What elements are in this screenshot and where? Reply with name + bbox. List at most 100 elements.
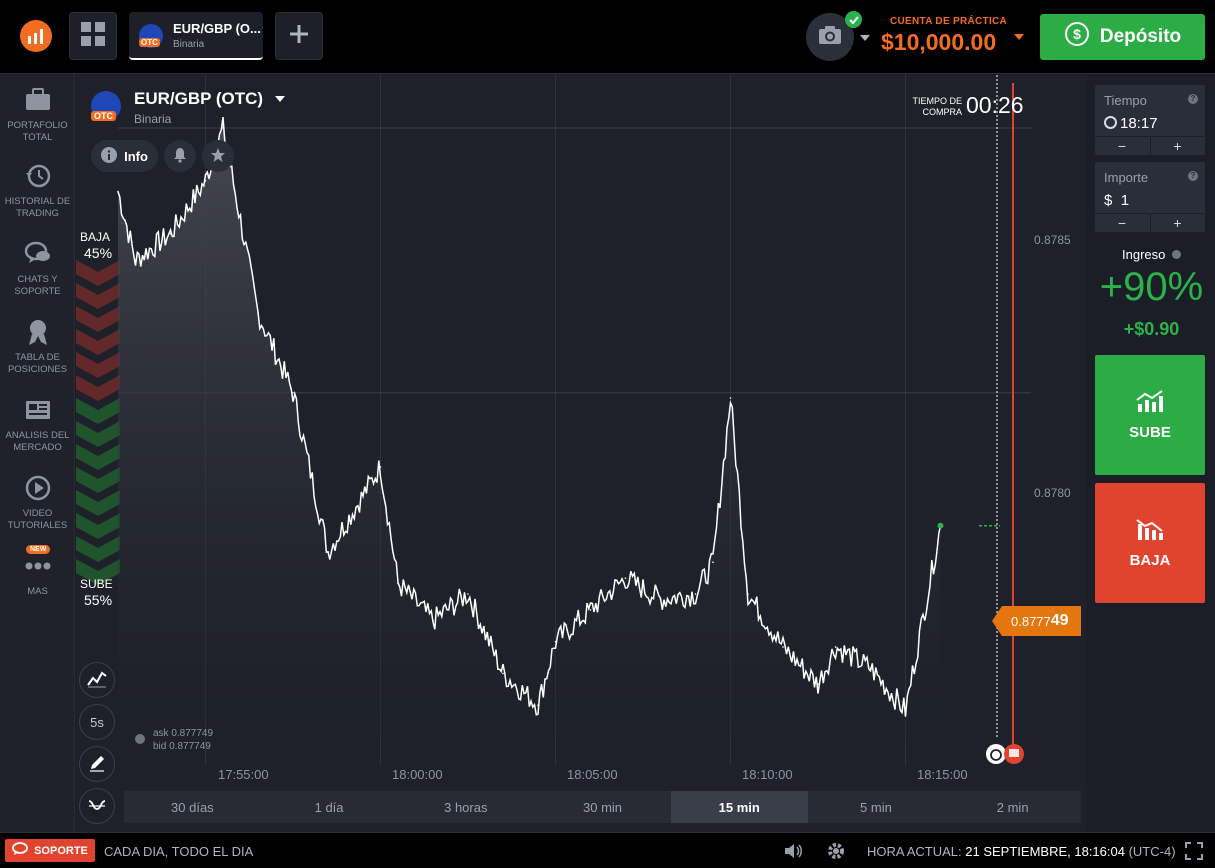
logo-icon[interactable] (20, 20, 52, 52)
account-chevron-down-icon[interactable] (1014, 34, 1024, 40)
sidebar-item-label: MAS (27, 586, 48, 597)
trading-app: OTC EUR/GBP (O... Binaria CUENTA DE PRÁC… (0, 0, 1215, 868)
price-point (694, 593, 697, 595)
trade-panel: Tiempo ? 18:17 − + Importe ? $ 1 − + Ing… (1088, 75, 1215, 832)
period-30d[interactable]: 30 días (124, 791, 261, 823)
stopwatch-icon[interactable] (986, 744, 1006, 764)
time-decrease-button[interactable]: − (1095, 136, 1149, 155)
bid-value: bid 0.877749 (153, 741, 211, 752)
sidebar-item-history[interactable]: HISTORIAL DE TRADING (0, 161, 75, 220)
sidebar-item-label: PORTAFOLIO TOTAL (7, 120, 68, 143)
sidebar-item-video-tutorials[interactable]: VIDEO TUTORIALES (0, 473, 75, 532)
support-button[interactable]: SOPORTE (5, 839, 95, 862)
current-price-tag: 0.8777 49 (992, 606, 1081, 636)
verified-check-icon (845, 11, 862, 28)
amount-value[interactable]: $ 1 (1104, 192, 1129, 209)
grid-menu-button[interactable] (69, 12, 117, 60)
history-icon (23, 161, 53, 191)
price-point (257, 312, 259, 315)
chat-bubble-icon (12, 842, 28, 859)
purchase-timer: 00:26 (966, 92, 1024, 118)
price-point (292, 391, 294, 394)
otc-badge: OTC (91, 111, 116, 121)
asset-tab[interactable]: OTC EUR/GBP (O... Binaria (129, 12, 263, 60)
price-point (624, 577, 627, 579)
income-label: Ingreso (1088, 247, 1215, 262)
account-balance[interactable]: $10,000.00 (881, 29, 996, 56)
settings-gear-icon[interactable] (827, 842, 845, 865)
sidebar-item-label: VIDEO TUTORIALES (7, 508, 68, 531)
sentiment-up-chevron (76, 490, 120, 516)
svg-text:$: $ (1073, 26, 1081, 42)
sidebar-item-portfolio[interactable]: PORTAFOLIO TOTAL (0, 85, 75, 144)
amount-input[interactable]: 1 (1121, 192, 1129, 209)
fullscreen-icon[interactable] (1185, 842, 1203, 865)
alert-button[interactable] (164, 140, 196, 172)
time-increase-button[interactable]: + (1150, 136, 1204, 155)
add-asset-button[interactable] (275, 12, 323, 60)
chart-area[interactable]: OTC EUR/GBP (OTC) Binaria Info TIEMPO DE… (76, 75, 1087, 832)
info-icon (101, 146, 118, 166)
call-up-label: SUBE (1129, 423, 1171, 441)
sentiment-up-pct: 55% (84, 592, 113, 608)
sidebar-item-leaderboard[interactable]: TABLA DE POSICIONES (0, 317, 75, 376)
x-tick-label: 18:05:00 (567, 767, 618, 782)
sidebar-item-market-analysis[interactable]: ANALISIS DEL MERCADO (0, 395, 75, 454)
expiry-time-value[interactable]: 18:17 (1104, 115, 1158, 132)
help-icon[interactable]: ? (1188, 94, 1198, 104)
price-chart[interactable] (76, 75, 1087, 832)
pair-chevron-down-icon[interactable] (275, 96, 285, 102)
price-point (397, 582, 399, 585)
info-label: Info (124, 148, 148, 164)
price-point (782, 646, 784, 648)
drawing-tools-button[interactable] (79, 746, 115, 782)
indicators-button[interactable] (79, 788, 115, 824)
price-area (118, 117, 941, 738)
info-button[interactable]: Info (91, 140, 158, 172)
sentiment-down-label: BAJA (80, 230, 111, 244)
sidebar-item-label: CHATS Y SOPORTE (14, 274, 61, 297)
pencil-icon (88, 754, 106, 775)
chart-type-button[interactable] (79, 662, 115, 698)
sentiment-down-chevron (76, 375, 120, 401)
income-percent: +90% (1099, 265, 1204, 309)
asset-tab-type: Binaria (173, 39, 205, 50)
deposit-button[interactable]: $ Depósito (1040, 14, 1205, 60)
timeframe-button[interactable]: 5s (79, 704, 115, 740)
expiry-time-field[interactable]: Tiempo ? 18:17 − + (1095, 85, 1205, 155)
support-label: SOPORTE (34, 844, 88, 857)
sidebar-item-more[interactable]: NEW MAS (0, 545, 75, 598)
put-down-button[interactable]: BAJA (1095, 483, 1205, 603)
help-icon[interactable] (1172, 250, 1181, 259)
sentiment-down-chevron (76, 306, 120, 332)
help-icon[interactable] (135, 734, 145, 744)
expiry-time-label: Tiempo (1104, 93, 1147, 108)
sentiment-up-chevron (76, 421, 120, 447)
period-30m[interactable]: 30 min (534, 791, 671, 823)
amount-increase-button[interactable]: + (1150, 213, 1204, 232)
more-icon (23, 551, 53, 581)
help-icon[interactable]: ? (1188, 171, 1198, 181)
deposit-icon: $ (1064, 21, 1090, 53)
sidebar-item-chat[interactable]: CHATS Y SOPORTE (0, 239, 75, 298)
volume-icon[interactable] (784, 842, 804, 865)
account-type-label[interactable]: CUENTA DE PRÁCTICA (890, 16, 1007, 27)
period-2m[interactable]: 2 min (944, 791, 1081, 823)
amount-decrease-button[interactable]: − (1095, 213, 1149, 232)
currency-symbol: $ (1104, 192, 1113, 209)
call-up-button[interactable]: SUBE (1095, 355, 1205, 475)
amount-field[interactable]: Importe ? $ 1 − + (1095, 162, 1205, 232)
bottom-bar: SOPORTE CADA DIA, TODO EL DIA HORA ACTUA… (0, 832, 1215, 868)
period-5m[interactable]: 5 min (808, 791, 945, 823)
price-point (834, 646, 837, 648)
price-point (869, 667, 872, 669)
period-3h[interactable]: 3 horas (397, 791, 534, 823)
period-15m[interactable]: 15 min (670, 791, 808, 823)
income-amount: +$0.90 (1123, 319, 1180, 339)
profile-chevron-down-icon[interactable] (860, 35, 870, 41)
pair-name[interactable]: EUR/GBP (OTC) (134, 89, 263, 109)
favorite-button[interactable] (202, 140, 234, 172)
period-1d[interactable]: 1 día (261, 791, 398, 823)
price-tail: 49 (1050, 612, 1069, 629)
sentiment-down-chevron (76, 352, 120, 378)
